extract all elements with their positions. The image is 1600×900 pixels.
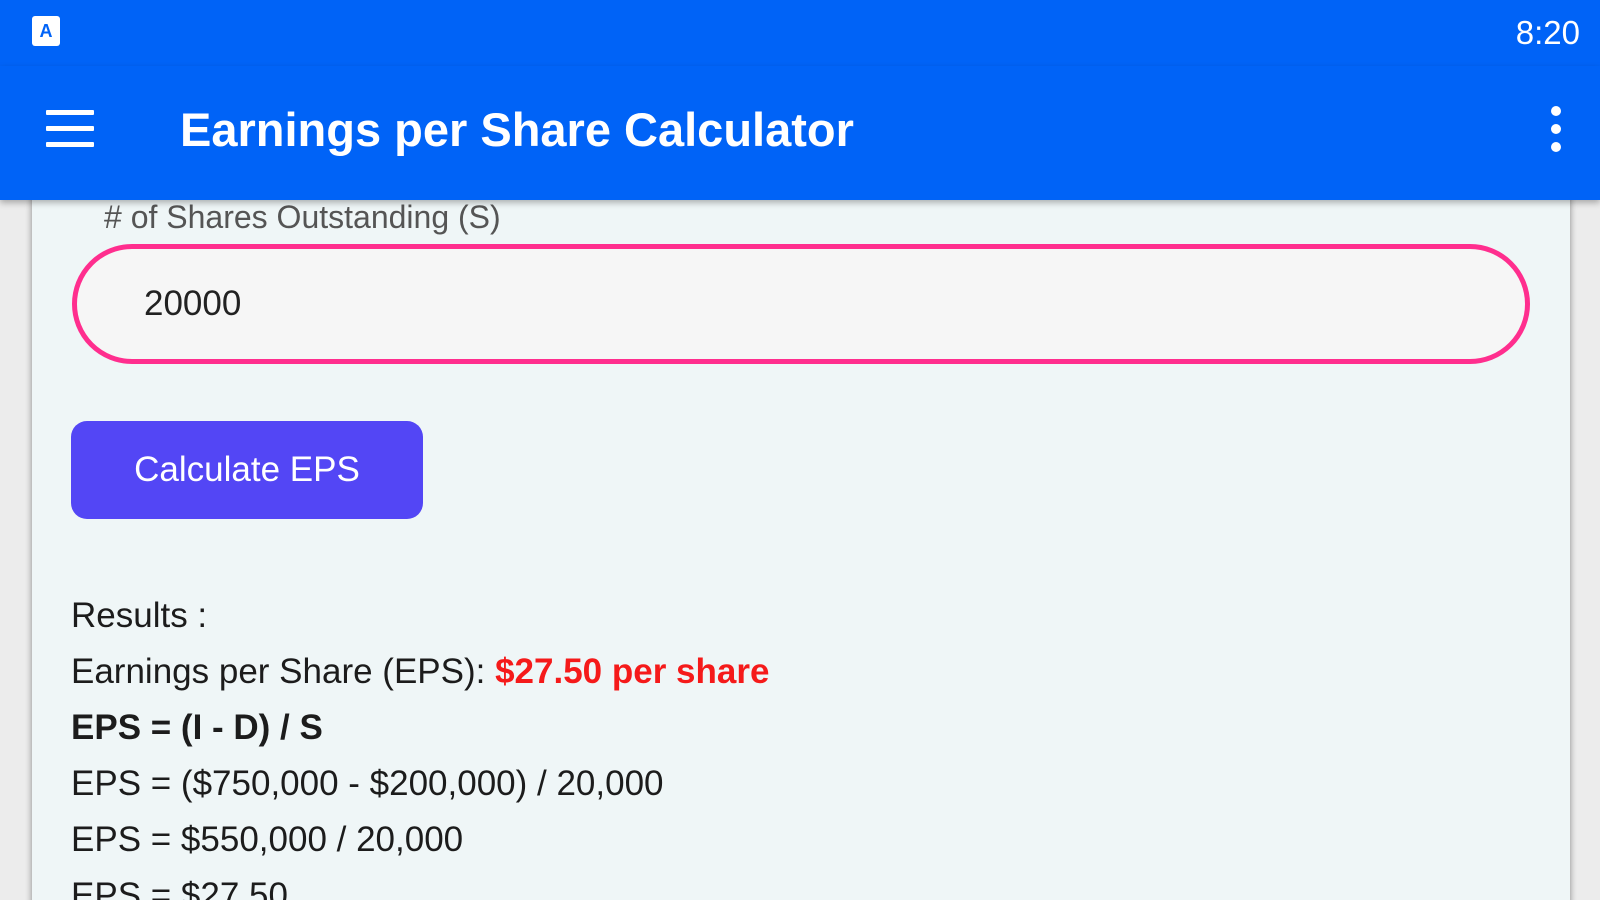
app-bar: Earnings per Share Calculator [0, 66, 1600, 200]
eps-result-value: $27.50 per share [495, 652, 770, 691]
eps-calculation-step-2: EPS = $550,000 / 20,000 [71, 820, 464, 859]
eps-result-label: Earnings per Share (EPS): [71, 652, 496, 691]
app-notification-icon-letter: A [39, 21, 53, 41]
calculate-eps-button[interactable]: Calculate EPS [71, 421, 423, 519]
shares-outstanding-label: # of Shares Outstanding (S) [104, 199, 501, 235]
results-section: Results : Earnings per Share (EPS): $27.… [71, 588, 769, 900]
status-bar: A 8:20 [0, 0, 1600, 66]
eps-calculation-step-1: EPS = ($750,000 - $200,000) / 20,000 [71, 764, 664, 803]
shares-outstanding-input[interactable] [72, 244, 1530, 364]
calculator-card: # of Shares Outstanding (S) Calculate EP… [32, 170, 1570, 900]
app-title: Earnings per Share Calculator [180, 103, 854, 156]
eps-formula: EPS = (I - D) / S [71, 708, 323, 747]
eps-calculation-step-3: EPS = $27.50 [71, 876, 288, 900]
hamburger-menu-icon[interactable] [46, 110, 96, 150]
more-vert-icon[interactable] [1548, 106, 1564, 152]
results-heading: Results : [71, 596, 208, 635]
app-notification-icon: A [32, 16, 60, 46]
eps-result-line: Earnings per Share (EPS): $27.50 per sha… [71, 644, 769, 700]
status-time: 8:20 [1515, 14, 1580, 51]
